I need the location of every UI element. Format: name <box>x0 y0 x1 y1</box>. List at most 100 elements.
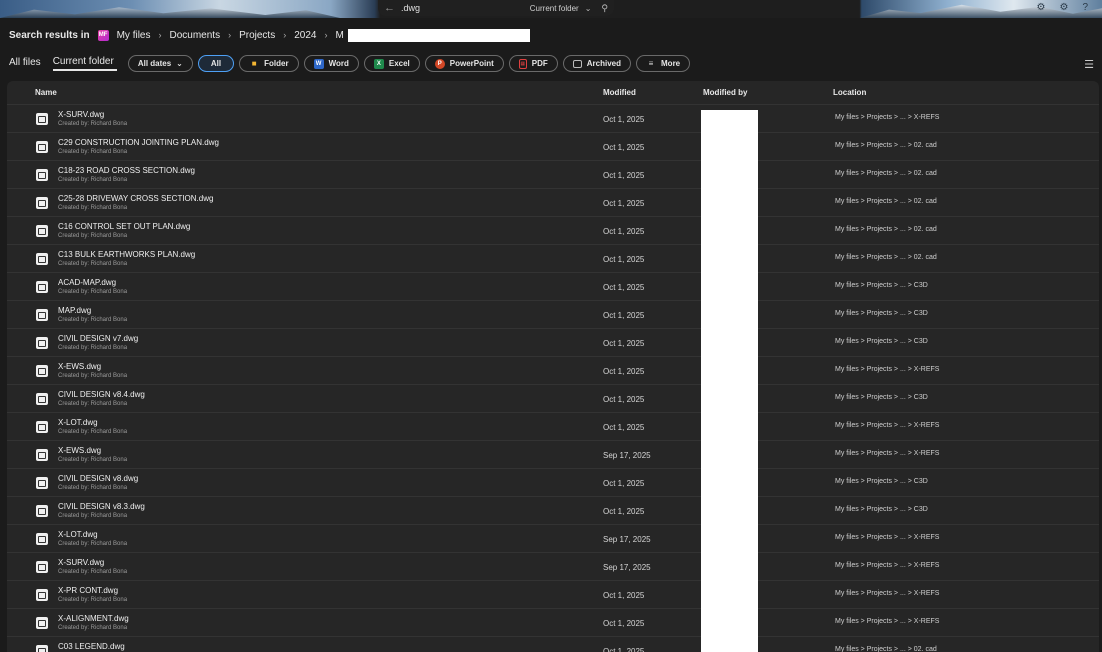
file-name[interactable]: C03 LEGEND.dwg <box>58 642 125 651</box>
file-name[interactable]: ACAD-MAP.dwg <box>58 278 116 287</box>
filter-archived[interactable]: Archived <box>562 55 632 72</box>
table-row[interactable]: X-PR CONT.dwg Created by: Richard Bona Oct… <box>7 581 1099 609</box>
breadcrumb-projects[interactable]: Projects <box>239 30 275 41</box>
table-row[interactable]: C16 CONTROL SET OUT PLAN.dwg Created by: … <box>7 217 1099 245</box>
file-name[interactable]: C25-28 DRIVEWAY CROSS SECTION.dwg <box>58 194 213 203</box>
redacted-block <box>347 28 530 42</box>
file-name[interactable]: CIVIL DESIGN v7.dwg <box>58 334 138 343</box>
table-row[interactable]: MAP.dwg Created by: Richard Bona Oct 1, 20… <box>7 301 1099 329</box>
column-modified-header[interactable]: Modified <box>603 88 636 97</box>
file-location[interactable]: My files > Projects > ... > X-REFS <box>835 450 939 457</box>
view-options-icon[interactable]: ☰ <box>1084 58 1094 71</box>
search-scope-dropdown[interactable]: Current folder <box>530 4 579 13</box>
file-location[interactable]: My files > Projects > ... > C3D <box>835 282 928 289</box>
file-modified-date: Oct 1, 2025 <box>603 339 645 348</box>
file-location[interactable]: My files > Projects > ... > X-REFS <box>835 618 939 625</box>
file-name[interactable]: CIVIL DESIGN v8.3.dwg <box>58 502 145 511</box>
column-location-header[interactable]: Location <box>833 88 866 97</box>
file-location[interactable]: My files > Projects > ... > 02. cad <box>835 226 937 233</box>
file-location[interactable]: My files > Projects > ... > C3D <box>835 310 928 317</box>
table-row[interactable]: X-EWS.dwg Created by: Richard Bona Sep 17,… <box>7 441 1099 469</box>
file-name[interactable]: MAP.dwg <box>58 306 91 315</box>
file-location[interactable]: My files > Projects > ... > X-REFS <box>835 534 939 541</box>
table-row[interactable]: CIVIL DESIGN v8.dwg Created by: Richard B… <box>7 469 1099 497</box>
tab-current-folder[interactable]: Current folder <box>52 56 117 71</box>
filter-powerpoint[interactable]: P PowerPoint <box>424 55 504 72</box>
table-row[interactable]: X-SURV.dwg Created by: Richard Bona Oct 1,… <box>7 105 1099 133</box>
file-location[interactable]: My files > Projects > ... > X-REFS <box>835 422 939 429</box>
date-filter-dropdown[interactable]: All dates ⌄ <box>127 55 193 72</box>
tab-all-files[interactable]: All files <box>9 57 44 70</box>
table-row[interactable]: CIVIL DESIGN v8.3.dwg Created by: Richard… <box>7 497 1099 525</box>
filter-more[interactable]: ≡ More <box>636 55 691 72</box>
file-name[interactable]: X-SURV.dwg <box>58 110 104 119</box>
file-location[interactable]: My files > Projects > ... > 02. cad <box>835 198 937 205</box>
table-row[interactable]: X-ALIGNMENT.dwg Created by: Richard Bona O… <box>7 609 1099 637</box>
file-location[interactable]: My files > Projects > ... > X-REFS <box>835 366 939 373</box>
share-icon[interactable]: ⚙ <box>1037 2 1046 13</box>
breadcrumb-documents[interactable]: Documents <box>170 30 221 41</box>
table-row[interactable]: ACAD-MAP.dwg Created by: Richard Bona Oct … <box>7 273 1099 301</box>
file-location[interactable]: My files > Projects > ... > C3D <box>835 478 928 485</box>
file-name[interactable]: C16 CONTROL SET OUT PLAN.dwg <box>58 222 190 231</box>
file-name[interactable]: CIVIL DESIGN v8.dwg <box>58 474 138 483</box>
table-row[interactable]: CIVIL DESIGN v7.dwg Created by: Richard B… <box>7 329 1099 357</box>
breadcrumb-current[interactable]: M <box>335 30 343 41</box>
table-row[interactable]: X-EWS.dwg Created by: Richard Bona Oct 1, … <box>7 357 1099 385</box>
file-name[interactable]: X-LOT.dwg <box>58 530 98 539</box>
filter-word[interactable]: W Word <box>303 55 359 72</box>
help-icon[interactable]: ? <box>1082 2 1088 13</box>
powerpoint-icon: P <box>434 58 445 69</box>
settings-icon[interactable]: ⚙ <box>1059 2 1068 13</box>
file-location[interactable]: My files > Projects > ... > 02. cad <box>835 170 937 177</box>
search-icon[interactable]: ⚲ <box>601 3 608 14</box>
back-arrow-icon[interactable]: ← <box>384 2 395 14</box>
file-location[interactable]: My files > Projects > ... > X-REFS <box>835 562 939 569</box>
file-location[interactable]: My files > Projects > ... > C3D <box>835 394 928 401</box>
table-row[interactable]: CIVIL DESIGN v8.4.dwg Created by: Richard… <box>7 385 1099 413</box>
file-name[interactable]: X-ALIGNMENT.dwg <box>58 614 129 623</box>
file-name[interactable]: C18-23 ROAD CROSS SECTION.dwg <box>58 166 195 175</box>
filter-folder[interactable]: ■ Folder <box>239 55 299 72</box>
file-location[interactable]: My files > Projects > ... > X-REFS <box>835 114 939 121</box>
banner-actions: ⚙ ⚙ ? <box>1037 2 1089 13</box>
search-input[interactable]: .dwg <box>401 3 521 13</box>
file-location[interactable]: My files > Projects > ... > X-REFS <box>835 590 939 597</box>
filter-pdf[interactable]: ▦ PDF <box>508 55 558 72</box>
chevron-down-icon[interactable]: ⌄ <box>585 4 592 13</box>
breadcrumb-2024[interactable]: 2024 <box>294 30 316 41</box>
search-box[interactable]: ← .dwg Current folder ⌄ ⚲ <box>378 0 614 16</box>
column-modified-by-header[interactable]: Modified by <box>703 88 747 97</box>
table-row[interactable]: C18-23 ROAD CROSS SECTION.dwg Created by:… <box>7 161 1099 189</box>
file-location[interactable]: My files > Projects > ... > C3D <box>835 338 928 345</box>
top-banner: ← .dwg Current folder ⌄ ⚲ ⚙ ⚙ ? <box>0 0 1102 18</box>
filter-excel[interactable]: X Excel <box>363 55 420 72</box>
file-location[interactable]: My files > Projects > ... > 02. cad <box>835 254 937 261</box>
table-row[interactable]: X-SURV.dwg Created by: Richard Bona Sep 17… <box>7 553 1099 581</box>
file-name[interactable]: X-EWS.dwg <box>58 446 101 455</box>
file-name[interactable]: X-PR CONT.dwg <box>58 586 118 595</box>
table-row[interactable]: C13 BULK EARTHWORKS PLAN.dwg Created by: … <box>7 245 1099 273</box>
dwg-file-icon <box>36 141 48 153</box>
file-name[interactable]: C29 CONSTRUCTION JOINTING PLAN.dwg <box>58 138 219 147</box>
file-location[interactable]: My files > Projects > ... > 02. cad <box>835 142 937 149</box>
file-name[interactable]: X-LOT.dwg <box>58 418 98 427</box>
file-name[interactable]: C13 BULK EARTHWORKS PLAN.dwg <box>58 250 195 259</box>
breadcrumb-my-files[interactable]: My files <box>117 30 151 41</box>
file-name[interactable]: CIVIL DESIGN v8.4.dwg <box>58 390 145 399</box>
table-row[interactable]: X-LOT.dwg Created by: Richard Bona Oct 1, … <box>7 413 1099 441</box>
file-name[interactable]: X-SURV.dwg <box>58 558 104 567</box>
filter-word-label: Word <box>328 59 349 68</box>
breadcrumb: Search results in MF My files › Document… <box>9 27 530 43</box>
table-row[interactable]: C29 CONSTRUCTION JOINTING PLAN.dwg Create… <box>7 133 1099 161</box>
table-row[interactable]: X-LOT.dwg Created by: Richard Bona Sep 17,… <box>7 525 1099 553</box>
column-name-header[interactable]: Name <box>35 88 57 97</box>
filter-all[interactable]: All <box>197 55 235 72</box>
file-location[interactable]: My files > Projects > ... > 02. cad <box>835 646 937 652</box>
table-row[interactable]: C03 LEGEND.dwg Oct 1, 2025 My files > Proj… <box>7 637 1099 652</box>
filter-pdf-label: PDF <box>531 59 548 68</box>
file-modified-date: Oct 1, 2025 <box>603 591 645 600</box>
table-row[interactable]: C25-28 DRIVEWAY CROSS SECTION.dwg Created… <box>7 189 1099 217</box>
file-location[interactable]: My files > Projects > ... > C3D <box>835 506 928 513</box>
file-name[interactable]: X-EWS.dwg <box>58 362 101 371</box>
